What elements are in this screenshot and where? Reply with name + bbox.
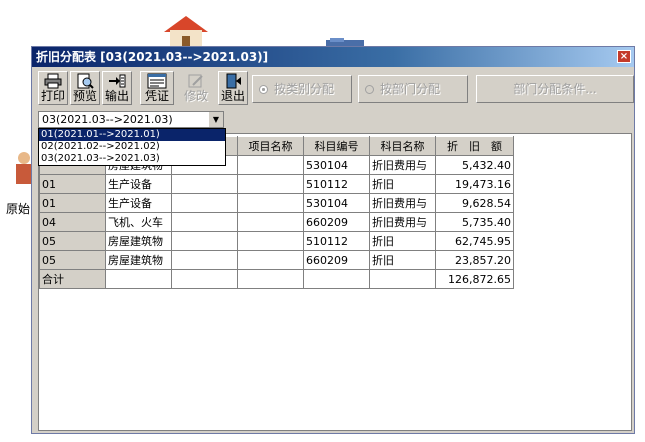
column-header[interactable]: 项目名称 <box>237 136 304 156</box>
chevron-down-icon[interactable]: ▼ <box>208 112 223 127</box>
printer-icon <box>44 73 62 89</box>
category-name-cell: 飞机、火车 <box>105 212 172 232</box>
category-code-cell: 05 <box>39 250 106 270</box>
table-cell <box>171 193 238 213</box>
exit-label: 退出 <box>220 89 245 103</box>
table-cell <box>303 269 370 289</box>
toolbar: 打印 预览 输出 凭证 修改 退出 按类别分配 按部门分配 部门分配条件... <box>36 69 634 109</box>
voucher-label: 凭证 <box>144 89 169 103</box>
category-name-cell: 房屋建筑物 <box>105 250 172 270</box>
category-code-cell: 01 <box>39 193 106 213</box>
category-name-cell: 生产设备 <box>105 174 172 194</box>
period-option[interactable]: 03(2021.03-->2021.03) <box>39 153 225 165</box>
table-cell <box>171 269 238 289</box>
category-name-cell: 房屋建筑物 <box>105 231 172 251</box>
depreciation-amount-cell: 19,473.16 <box>435 174 514 194</box>
table-row[interactable]: 01 生产设备 530104 折旧费用与 9,628.54 <box>39 193 514 213</box>
category-name-cell: 生产设备 <box>105 193 172 213</box>
table-row[interactable]: 05 房屋建筑物 660209 折旧 23,857.20 <box>39 250 514 270</box>
modify-label: 修改 <box>183 89 208 103</box>
table-row[interactable]: 01 生产设备 510112 折旧 19,473.16 <box>39 174 514 194</box>
print-button[interactable]: 打印 <box>38 71 68 105</box>
account-name-cell: 折旧费用与 <box>369 212 436 232</box>
depreciation-amount-cell: 9,628.54 <box>435 193 514 213</box>
account-code-cell: 660209 <box>303 212 370 232</box>
by-category-radio[interactable]: 按类别分配 <box>252 75 352 103</box>
table-row[interactable]: 04 飞机、火车 660209 折旧费用与 5,735.40 <box>39 212 514 232</box>
house-icon <box>164 16 208 48</box>
print-label: 打印 <box>40 89 65 103</box>
by-department-label: 按部门分配 <box>380 82 441 96</box>
category-code-cell: 05 <box>39 231 106 251</box>
project-name-cell <box>237 193 304 213</box>
account-code-cell: 660209 <box>303 250 370 270</box>
account-code-cell: 510112 <box>303 174 370 194</box>
exit-door-icon <box>226 73 241 89</box>
preview-label: 预览 <box>72 89 97 103</box>
account-code-cell: 510112 <box>303 231 370 251</box>
period-select[interactable]: 03(2021.03-->2021.03) ▼ <box>38 111 224 128</box>
table-total-row[interactable]: 合计 126,872.65 <box>39 269 514 289</box>
export-label: 输出 <box>104 89 129 103</box>
export-icon <box>109 74 126 88</box>
exit-button[interactable]: 退出 <box>218 71 248 105</box>
account-name-cell: 折旧费用与 <box>369 155 436 175</box>
table-cell <box>171 212 238 232</box>
project-name-cell <box>237 250 304 270</box>
table-cell <box>105 269 172 289</box>
category-code-cell: 04 <box>39 212 106 232</box>
total-label-cell: 合计 <box>39 269 106 289</box>
window-title: 折旧分配表 [03(2021.03-->2021.03)] <box>36 50 269 64</box>
depreciation-amount-cell: 5,735.40 <box>435 212 514 232</box>
preview-button[interactable]: 预览 <box>70 71 100 105</box>
window-titlebar[interactable]: 折旧分配表 [03(2021.03-->2021.03)] × <box>32 47 634 67</box>
depreciation-amount-cell: 23,857.20 <box>435 250 514 270</box>
account-name-cell: 折旧 <box>369 174 436 194</box>
radio-checked-icon <box>259 85 268 94</box>
total-amount-cell: 126,872.65 <box>435 269 514 289</box>
voucher-button[interactable]: 凭证 <box>140 71 174 105</box>
table-cell <box>171 250 238 270</box>
voucher-icon <box>147 73 167 89</box>
account-name-cell: 折旧 <box>369 250 436 270</box>
depreciation-allocation-window: 折旧分配表 [03(2021.03-->2021.03)] × 打印 预览 输出… <box>31 46 635 434</box>
period-option[interactable]: 01(2021.01-->2021.01) <box>39 129 225 141</box>
project-name-cell <box>237 174 304 194</box>
by-department-radio[interactable]: 按部门分配 <box>358 75 468 103</box>
by-category-label: 按类别分配 <box>274 82 335 96</box>
period-select-value: 03(2021.03-->2021.03) <box>42 113 173 126</box>
account-code-cell: 530104 <box>303 193 370 213</box>
column-header[interactable]: 折 旧 额 <box>435 136 514 156</box>
modify-button[interactable]: 修改 <box>181 71 211 105</box>
edit-icon <box>188 74 203 88</box>
depreciation-amount-cell: 62,745.95 <box>435 231 514 251</box>
magnifier-icon <box>77 73 94 89</box>
table-cell <box>237 269 304 289</box>
department-conditions-button[interactable]: 部门分配条件... <box>476 75 634 103</box>
export-button[interactable]: 输出 <box>102 71 132 105</box>
desktop-icon-label: 原始 <box>6 202 31 216</box>
category-code-cell: 01 <box>39 174 106 194</box>
project-name-cell <box>237 155 304 175</box>
table-cell <box>369 269 436 289</box>
radio-unchecked-icon <box>365 85 374 94</box>
project-name-cell <box>237 212 304 232</box>
account-name-cell: 折旧费用与 <box>369 193 436 213</box>
close-button[interactable]: × <box>617 50 631 63</box>
period-dropdown-list: 01(2021.01-->2021.01) 02(2021.02-->2021.… <box>38 128 226 166</box>
column-header[interactable]: 科目编号 <box>303 136 370 156</box>
data-grid-area: 项目名称 科目编号 科目名称 折 旧 额 房屋建筑物 530104 折旧费用与 … <box>38 133 632 431</box>
depreciation-amount-cell: 5,432.40 <box>435 155 514 175</box>
column-header[interactable]: 科目名称 <box>369 136 436 156</box>
account-name-cell: 折旧 <box>369 231 436 251</box>
table-cell <box>171 174 238 194</box>
period-option[interactable]: 02(2021.02-->2021.02) <box>39 141 225 153</box>
table-cell <box>171 231 238 251</box>
table-row[interactable]: 05 房屋建筑物 510112 折旧 62,745.95 <box>39 231 514 251</box>
project-name-cell <box>237 231 304 251</box>
account-code-cell: 530104 <box>303 155 370 175</box>
